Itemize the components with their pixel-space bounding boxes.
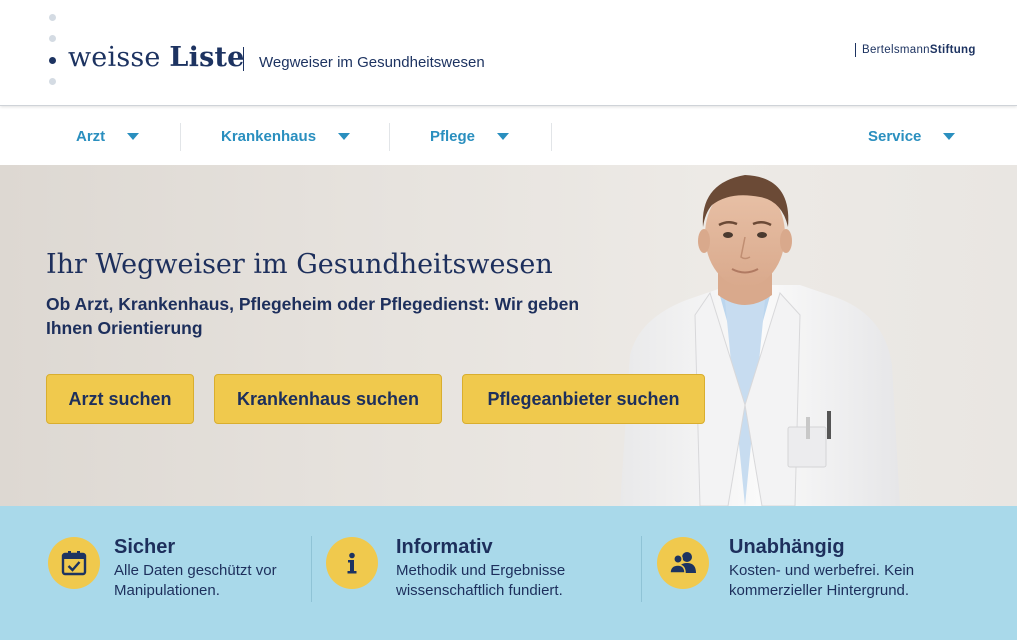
hero-title: Ihr Wegweiser im Gesundheitswesen: [46, 249, 553, 280]
hero-subtitle: Ob Arzt, Krankenhaus, Pflegeheim oder Pf…: [46, 294, 580, 338]
weisse-liste-logo[interactable]: weisse Liste: [48, 14, 248, 88]
feature-title-sicher: Sicher: [114, 536, 176, 558]
chevron-down-icon: [127, 132, 140, 140]
feature-text-informativ: Methodik und Ergebnisse wissenschaftlich…: [396, 562, 566, 599]
chevron-down-icon: [943, 132, 956, 140]
partner-name-part2: Stiftung: [929, 44, 976, 56]
chevron-down-icon: [497, 132, 510, 140]
logo-word-liste: Liste: [169, 42, 245, 73]
nav-item-label: Krankenhaus: [221, 127, 317, 145]
nav-item-pflege[interactable]: Pflege: [430, 107, 510, 165]
feature-divider: [311, 536, 312, 602]
nav-divider: [389, 123, 390, 151]
feature-text-unabhaengig: Kosten- und werbefrei. Kein kommerzielle…: [729, 562, 915, 599]
nav-divider: [180, 123, 181, 151]
logo-separator: [243, 47, 244, 71]
nav-item-label: Arzt: [76, 127, 106, 145]
nav-item-krankenhaus[interactable]: Krankenhaus: [221, 107, 351, 165]
features-bar: Sicher Alle Daten geschützt vor Manipula…: [0, 506, 1017, 640]
feature-title-informativ: Informativ: [396, 536, 493, 558]
site-tagline: Wegweiser im Gesundheitswesen: [259, 54, 485, 71]
calendar-check-icon: [48, 537, 100, 589]
doctor-photo: [620, 175, 900, 506]
logo-text: weisse Liste: [68, 42, 245, 73]
arzt-suchen-button[interactable]: Arzt suchen: [46, 374, 194, 424]
feature-divider: [641, 536, 642, 602]
logo-word-weisse: weisse: [68, 42, 161, 73]
pflegeanbieter-suchen-button[interactable]: Pflegeanbieter suchen: [462, 374, 705, 424]
site-header: weisse Liste Wegweiser im Gesundheitswes…: [0, 0, 1017, 106]
bertelsmann-stiftung-logo[interactable]: BertelsmannStiftung: [855, 43, 976, 57]
logo-dots-icon: [48, 14, 58, 88]
feature-text-sicher: Alle Daten geschützt vor Manipulationen.: [114, 562, 277, 599]
chevron-down-icon: [338, 132, 351, 140]
krankenhaus-suchen-button[interactable]: Krankenhaus suchen: [214, 374, 442, 424]
nav-item-label: Pflege: [430, 127, 476, 145]
partner-name-part1: Bertelsmann: [862, 44, 930, 56]
users-icon: [657, 537, 709, 589]
nav-divider: [551, 123, 552, 151]
nav-item-arzt[interactable]: Arzt: [76, 107, 140, 165]
info-icon: [326, 537, 378, 589]
main-navigation: Arzt Krankenhaus Pflege Service: [0, 107, 1017, 165]
feature-title-unabhaengig: Unabhängig: [729, 536, 845, 558]
nav-item-label: Service: [868, 127, 922, 145]
hero-banner: Ihr Wegweiser im Gesundheitswesen Ob Arz…: [0, 165, 1017, 506]
nav-item-service[interactable]: Service: [868, 107, 956, 165]
